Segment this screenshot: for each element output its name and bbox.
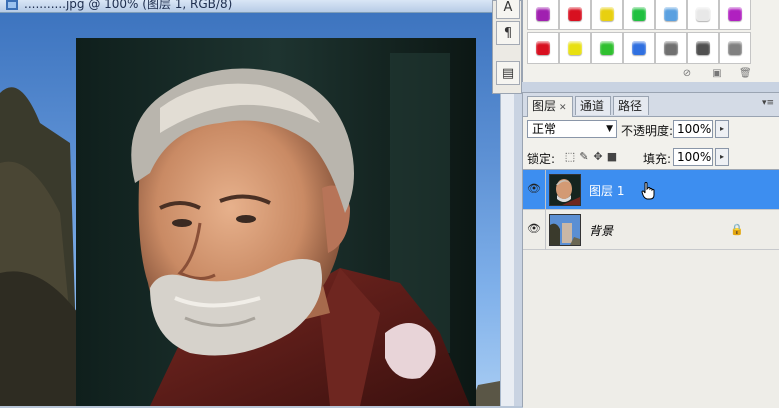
fill-label: 填充: [643,152,672,166]
opacity-slider-button[interactable]: ▸ [715,120,729,138]
style-preview-icon [536,7,550,21]
clear-style-icon[interactable]: ⊘ [681,68,693,79]
document-canvas[interactable] [0,13,514,406]
close-icon[interactable]: ✕ [559,103,567,113]
background-thumbnail [549,214,581,246]
style-swatch[interactable] [591,0,623,30]
style-swatch[interactable] [655,0,687,30]
style-preview-icon [600,7,614,21]
chevron-down-icon: ▼ [606,124,613,134]
style-preview-icon [600,41,614,55]
panel-menu-icon[interactable]: ▾≡ [762,98,774,108]
document-titlebar[interactable]: ...........jpg @ 100% (图层 1, RGB/8) [0,0,514,13]
style-swatch[interactable] [559,0,591,30]
style-swatch[interactable] [687,0,719,30]
lock-label: 锁定: [527,152,556,166]
tab-layers-label: 图层 [532,99,557,113]
lock-image-icon[interactable]: ✎ [578,151,590,163]
eye-divider [545,170,546,210]
style-preview-icon [664,41,678,55]
style-swatch[interactable] [591,32,623,64]
style-swatch[interactable] [687,32,719,64]
style-swatch[interactable] [623,0,655,30]
style-preview-icon [728,7,742,21]
layer-row-background[interactable]: 👁 背景 🔒 [523,210,779,250]
layer-comps-icon[interactable]: ▤ [496,61,520,85]
panel-tab-bar: 图层 ✕ 通道 路径 ▾≡ [523,93,779,117]
painting-artwork [0,38,514,406]
fill-input[interactable]: 100% [673,148,713,166]
opacity-value: 100% [677,122,712,136]
new-style-icon[interactable]: ▣ [711,68,723,79]
tab-paths-label: 路径 [618,99,643,113]
style-preview-icon [536,41,550,55]
style-swatch[interactable] [655,32,687,64]
paragraph-icon[interactable]: ¶ [496,21,520,45]
style-preview-icon [664,7,678,21]
style-preview-icon [696,41,710,55]
tab-channels-label: 通道 [580,99,605,113]
layers-panel: 图层 ✕ 通道 路径 ▾≡ 正常 ▼ 不透明度: 100% ▸ 锁定: ⬚ ✎ ✥… [522,92,779,408]
opacity-label: 不透明度: [621,124,674,138]
lock-transparent-icon[interactable]: ⬚ [564,151,576,163]
blend-opacity-row: 正常 ▼ 不透明度: 100% ▸ [523,120,779,146]
styles-panel: ⊘ ▣ 🗑 [522,0,779,82]
style-preview-icon [632,41,646,55]
style-swatch[interactable] [719,32,751,64]
layer1-thumbnail [549,174,581,206]
style-preview-icon [728,41,742,55]
blend-mode-value: 正常 [532,122,557,136]
style-swatch[interactable] [527,32,559,64]
layers-list: 👁 图层 1 👁 背景 🔒 [523,169,779,408]
document-window: ...........jpg @ 100% (图层 1, RGB/8) [0,0,514,406]
eye-icon[interactable]: 👁 [527,222,541,236]
style-preview-icon [568,7,582,21]
styles-panel-footer: ⊘ ▣ 🗑 [523,66,779,82]
style-preview-icon [568,41,582,55]
document-title: ...........jpg @ 100% (图层 1, RGB/8) [24,0,233,11]
tab-channels[interactable]: 通道 [575,96,611,115]
tab-layers[interactable]: 图层 ✕ [527,96,573,117]
tab-paths[interactable]: 路径 [613,96,649,115]
style-swatch[interactable] [719,0,751,30]
fill-value: 100% [677,150,712,164]
opacity-input[interactable]: 100% [673,120,713,138]
delete-style-icon[interactable]: 🗑 [739,68,752,79]
document-icon [6,0,18,10]
eye-icon[interactable]: 👁 [527,182,541,196]
style-swatch[interactable] [623,32,655,64]
lock-all-icon[interactable]: ■ [606,151,618,163]
collapsed-panel-toolbar: A ¶ ▤ [492,0,522,94]
fill-slider-button[interactable]: ▸ [715,148,729,166]
eye-divider [545,210,546,250]
style-preview-icon [696,7,710,21]
hand-cursor-icon [641,182,655,200]
blend-mode-select[interactable]: 正常 ▼ [527,120,617,138]
lock-icon: 🔒 [730,223,744,236]
character-icon[interactable]: A [496,0,520,19]
layer-row-layer1[interactable]: 👁 图层 1 [523,170,779,210]
background-layer-name[interactable]: 背景 [589,222,613,239]
style-swatch[interactable] [527,0,559,30]
layer1-name[interactable]: 图层 1 [589,182,624,199]
style-preview-icon [632,7,646,21]
lock-position-icon[interactable]: ✥ [592,151,604,163]
style-swatch[interactable] [559,32,591,64]
